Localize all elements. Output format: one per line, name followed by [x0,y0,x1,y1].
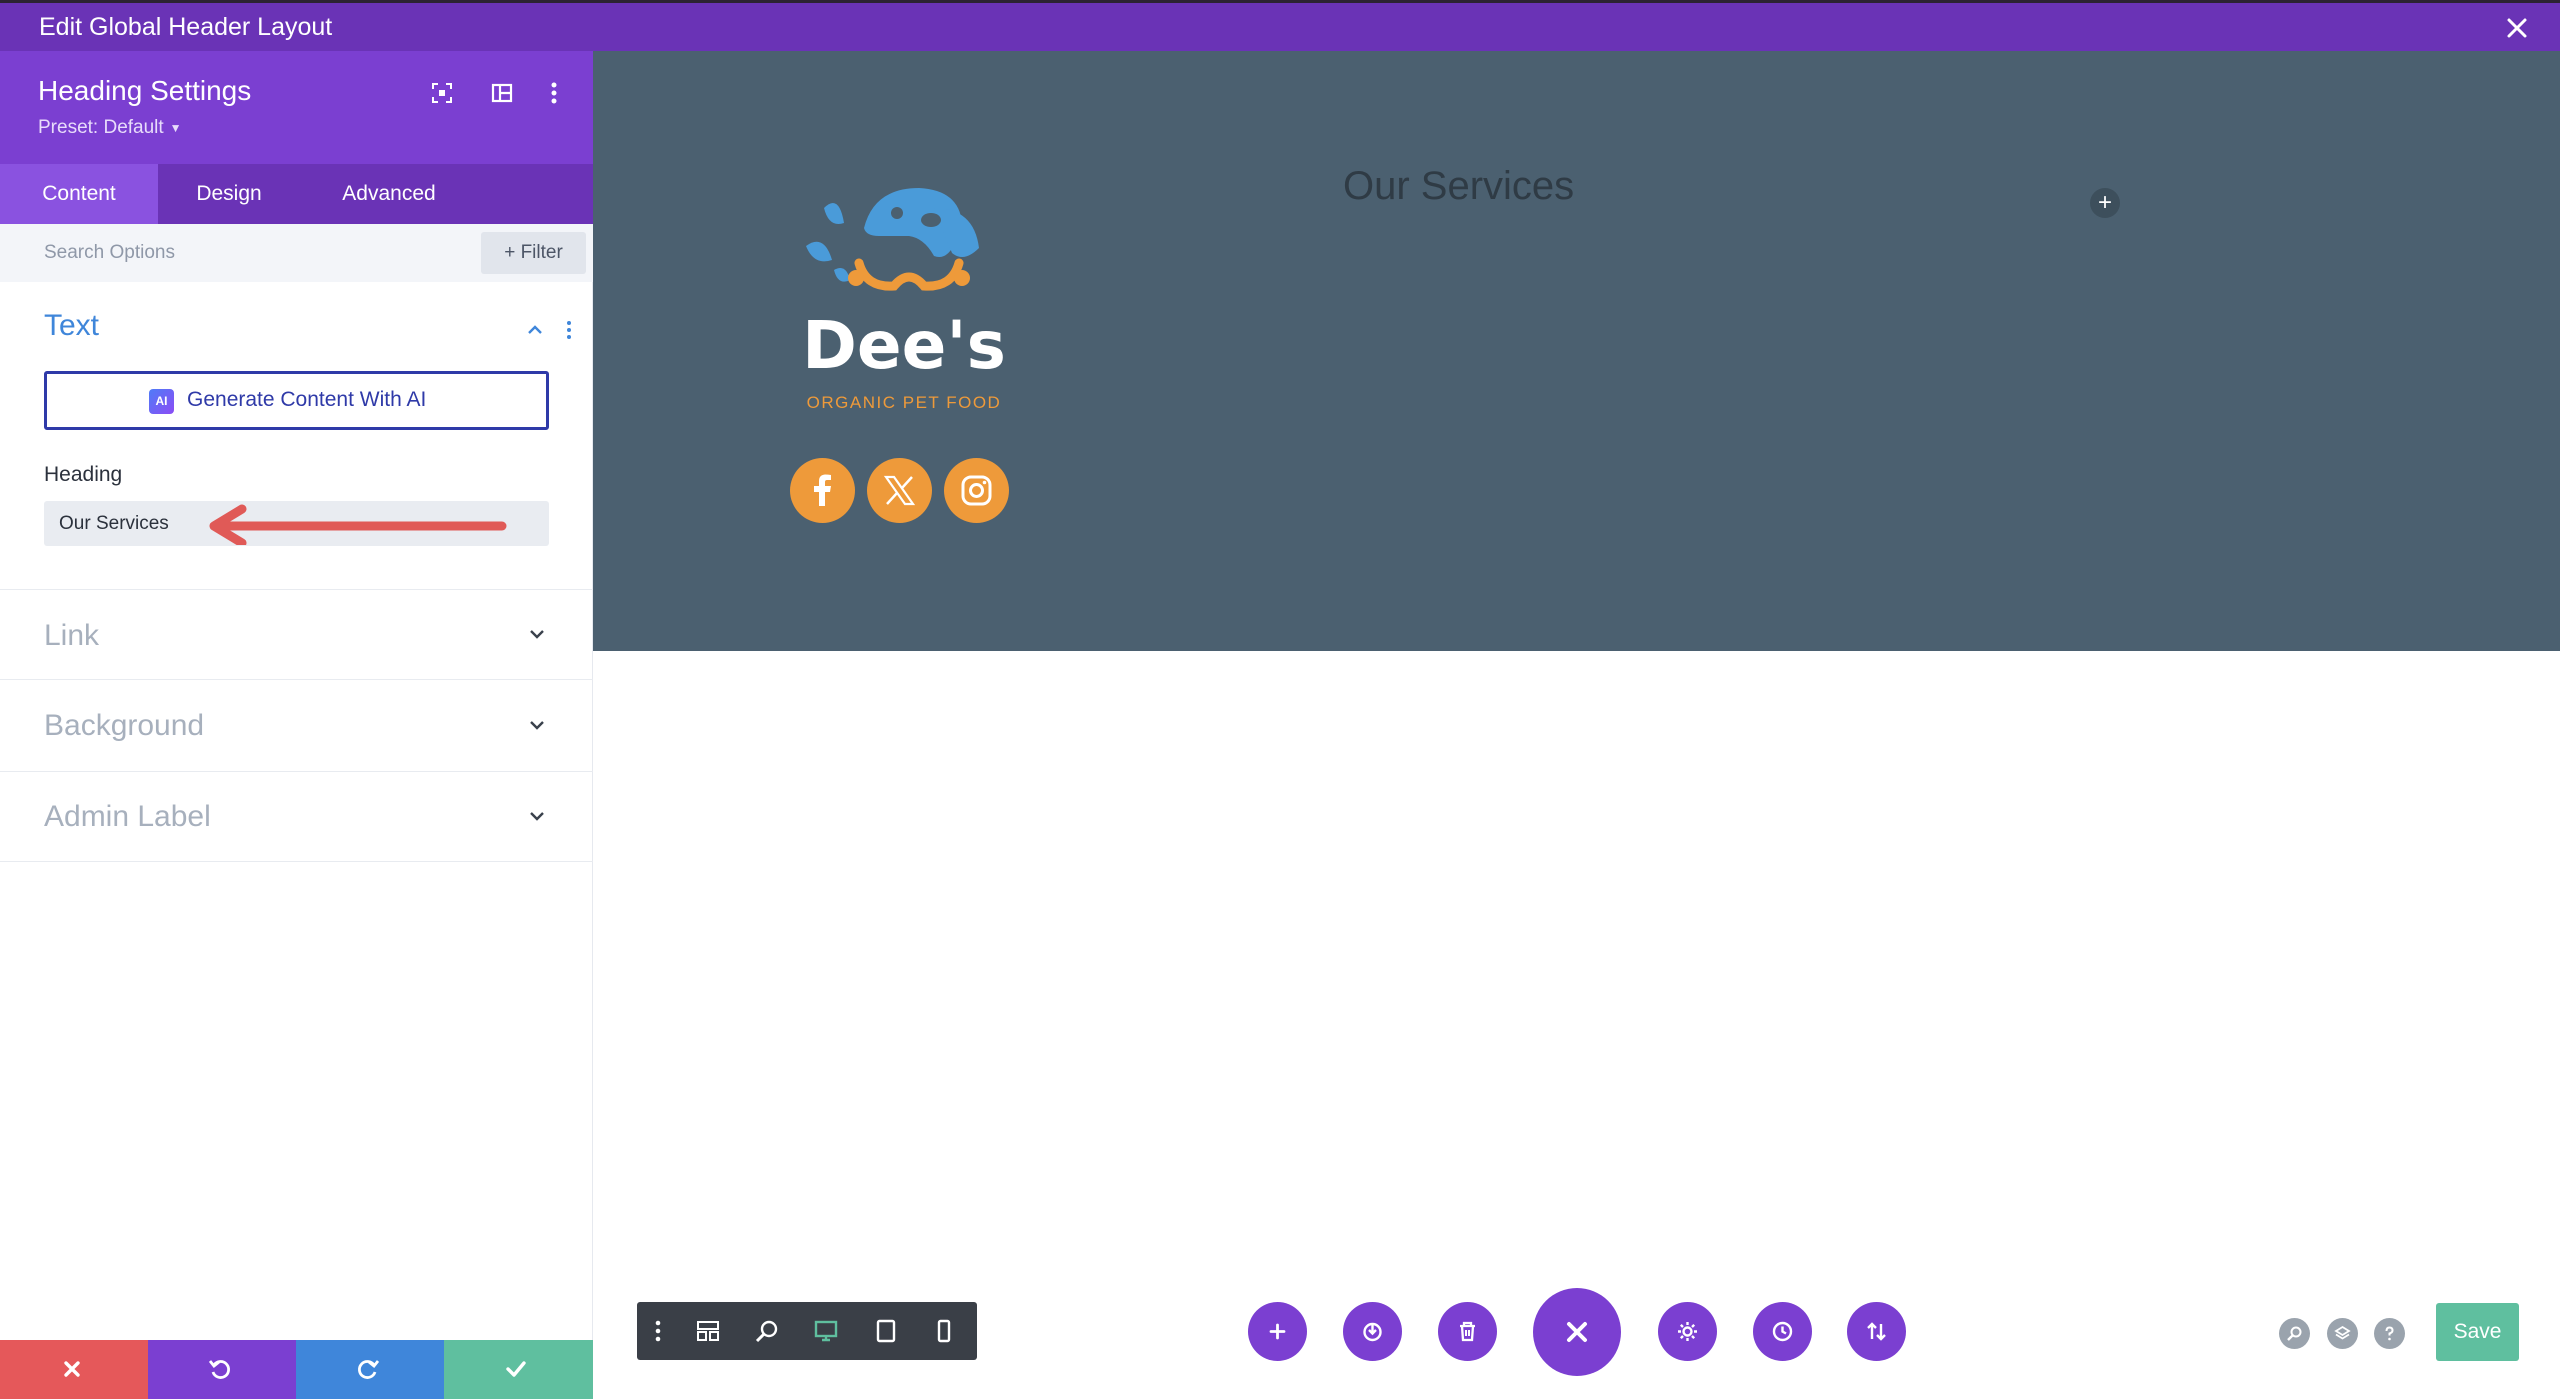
filter-button[interactable]: + Filter [481,232,586,274]
section-options-icon[interactable] [558,319,580,341]
facebook-icon [814,474,831,506]
close-icon [64,1361,80,1377]
settings-sidebar: Heading Settings Preset: Default ▼ Conten… [0,51,593,1399]
search-options-input[interactable]: Search Options [44,242,175,264]
phone-view-icon[interactable] [931,1318,957,1344]
settings-tabs: Content Design Advanced [0,164,593,224]
sort-arrows-icon [1867,1322,1886,1341]
history-button[interactable] [1753,1302,1812,1361]
redo-icon [358,1360,380,1379]
caret-down-icon: ▼ [169,120,182,135]
divider [0,771,593,772]
divider [0,589,593,590]
add-module-button[interactable]: + [2090,188,2120,218]
menu-dots-icon[interactable] [645,1318,671,1344]
our-services-heading[interactable]: Our Services [1343,164,1574,209]
tab-advanced[interactable]: Advanced [300,164,478,224]
annotation-arrow-icon [184,503,514,545]
section-background-title[interactable]: Background [44,709,204,743]
save-changes-button[interactable] [444,1340,593,1399]
preset-dropdown[interactable]: Preset: Default ▼ [38,117,182,139]
layers-icon[interactable] [2327,1318,2358,1349]
page-settings-button[interactable] [1658,1302,1717,1361]
zoom-icon[interactable] [754,1318,780,1344]
portability-button[interactable] [1343,1302,1402,1361]
logo-tagline: ORGANIC PET FOOD [807,393,1002,412]
more-options-icon[interactable] [540,79,568,107]
clock-icon [1772,1321,1793,1342]
redo-button[interactable] [296,1340,444,1399]
fullscreen-icon[interactable] [428,79,456,107]
discard-button[interactable] [0,1340,148,1399]
chevron-down-icon[interactable] [526,714,548,736]
heading-input[interactable]: Our Services [44,501,549,546]
add-button[interactable] [1248,1302,1307,1361]
portability-icon [1363,1322,1382,1342]
help-icon[interactable] [2374,1318,2405,1349]
close-icon [1567,1322,1587,1342]
window-title: Edit Global Header Layout [39,13,333,41]
plus-icon: + [504,242,521,263]
undo-icon [208,1360,230,1379]
header-section[interactable]: Dee's ORGANIC PET FOOD Our Services + [593,51,2560,651]
undo-button[interactable] [148,1340,296,1399]
desktop-view-icon[interactable] [813,1318,839,1344]
logo-name: Dee's [802,307,1006,384]
view-toolbar [637,1302,977,1360]
tablet-view-icon[interactable] [873,1318,899,1344]
plus-icon: + [2097,189,2112,216]
chevron-up-icon[interactable] [524,319,546,341]
panel-title: Heading Settings [38,75,252,106]
save-button[interactable]: Save [2436,1303,2519,1361]
section-link-title[interactable]: Link [44,619,99,653]
tab-content[interactable]: Content [0,164,158,224]
instagram-button[interactable] [944,458,1009,523]
divider [0,861,593,862]
x-icon [883,475,916,506]
plus-icon [1269,1323,1286,1340]
divider [0,679,593,680]
section-text-title[interactable]: Text [44,309,99,343]
x-button[interactable] [867,458,932,523]
generate-ai-button[interactable]: AI Generate Content With AI [44,371,549,430]
top-bar: Edit Global Header Layout [0,0,2560,51]
search-bar: Search Options + Filter [0,224,593,282]
heading-field-label: Heading [44,463,123,486]
dees-logo[interactable]: Dee's ORGANIC PET FOOD [784,168,1024,468]
search-icon[interactable] [2279,1318,2310,1349]
chevron-down-icon[interactable] [526,623,548,645]
chevron-down-icon[interactable] [526,805,548,827]
gear-icon [1678,1322,1697,1341]
check-icon [506,1361,526,1377]
clear-layout-button[interactable] [1438,1302,1497,1361]
instagram-icon [961,475,992,506]
sidebar-header: Heading Settings Preset: Default ▼ [0,51,593,164]
generate-ai-label: Generate Content With AI [187,388,427,411]
preset-label: Preset: Default [38,117,164,138]
section-admin-label-title[interactable]: Admin Label [44,800,211,834]
close-builder-button[interactable] [1533,1288,1621,1376]
filter-label: Filter [520,242,563,263]
trash-icon [1460,1321,1475,1342]
ai-icon: AI [149,389,174,414]
split-view-icon[interactable] [488,79,516,107]
wireframe-icon[interactable] [695,1318,721,1344]
sort-button[interactable] [1847,1302,1906,1361]
heading-input-value: Our Services [59,513,169,534]
close-icon[interactable] [2504,15,2530,41]
tab-design[interactable]: Design [158,164,300,224]
facebook-button[interactable] [790,458,855,523]
